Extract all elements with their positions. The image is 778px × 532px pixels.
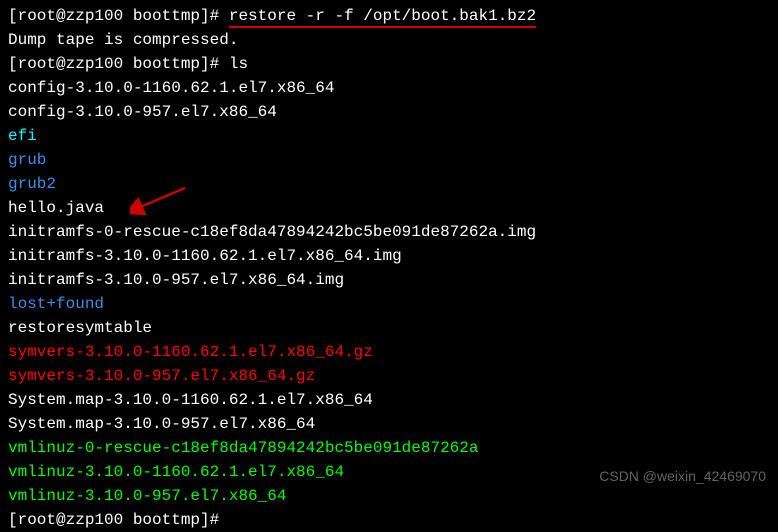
file-initramfs: initramfs-3.10.0-1160.62.1.el7.x86_64.im… [8, 244, 770, 268]
command-ls: ls [229, 55, 248, 73]
file-initramfs: initramfs-0-rescue-c18ef8da47894242bc5be… [8, 220, 770, 244]
terminal-line: [root@zzp100 boottmp]# restore -r -f /op… [8, 4, 770, 28]
command-restore: restore -r -f /opt/boot.bak1.bz2 [229, 7, 536, 28]
file-initramfs: initramfs-3.10.0-957.el7.x86_64.img [8, 268, 770, 292]
prompt-empty[interactable]: [root@zzp100 boottmp]# [8, 508, 770, 532]
file-config: config-3.10.0-1160.62.1.el7.x86_64 [8, 76, 770, 100]
dir-grub: grub [8, 148, 770, 172]
prompt-prefix: [root@zzp100 boottmp]# [8, 55, 229, 73]
output-message: Dump tape is compressed. [8, 28, 770, 52]
dir-grub2: grub2 [8, 172, 770, 196]
file-systemmap: System.map-3.10.0-1160.62.1.el7.x86_64 [8, 388, 770, 412]
file-vmlinuz: vmlinuz-3.10.0-957.el7.x86_64 [8, 484, 770, 508]
file-restoresymtable: restoresymtable [8, 316, 770, 340]
file-config: config-3.10.0-957.el7.x86_64 [8, 100, 770, 124]
file-symvers: symvers-3.10.0-1160.62.1.el7.x86_64.gz [8, 340, 770, 364]
dir-lostfound: lost+found [8, 292, 770, 316]
watermark-text: CSDN @weixin_42469070 [599, 466, 766, 487]
prompt-prefix: [root@zzp100 boottmp]# [8, 7, 229, 25]
file-hello-java: hello.java [8, 196, 770, 220]
file-symvers: symvers-3.10.0-957.el7.x86_64.gz [8, 364, 770, 388]
terminal-line: [root@zzp100 boottmp]# ls [8, 52, 770, 76]
file-vmlinuz: vmlinuz-0-rescue-c18ef8da47894242bc5be09… [8, 436, 770, 460]
dir-efi: efi [8, 124, 770, 148]
file-systemmap: System.map-3.10.0-957.el7.x86_64 [8, 412, 770, 436]
